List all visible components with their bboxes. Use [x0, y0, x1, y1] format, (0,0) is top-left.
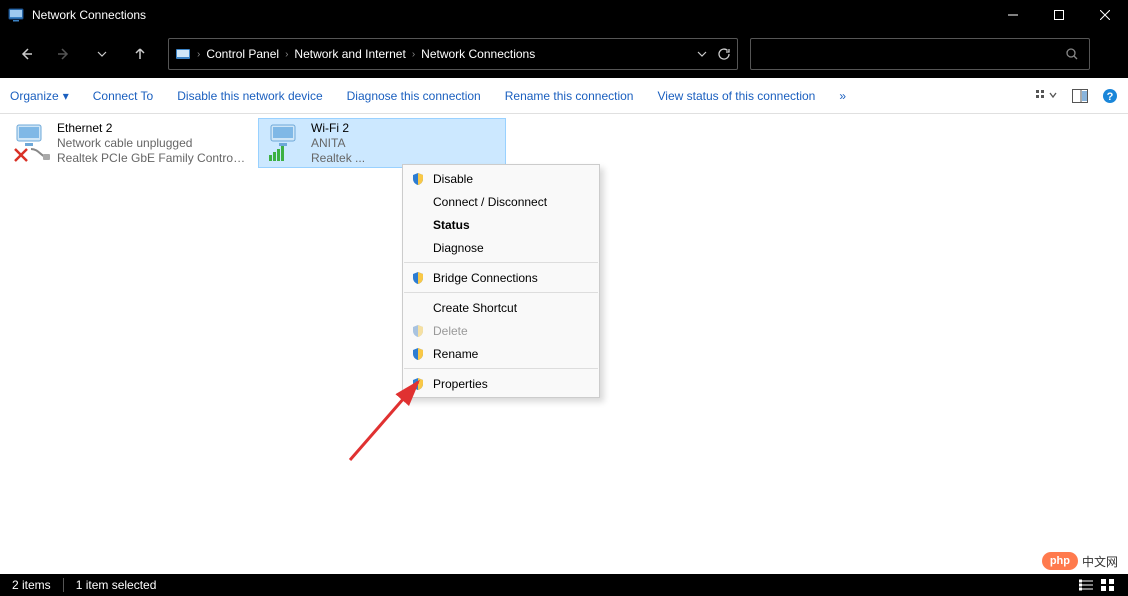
- minimize-button[interactable]: [990, 0, 1036, 30]
- status-selected-count: 1 item selected: [76, 578, 157, 592]
- breadcrumb-item[interactable]: Network Connections: [417, 47, 539, 61]
- shield-icon: [411, 377, 425, 391]
- status-item-count: 2 items: [12, 578, 51, 592]
- toolbar-disable-device[interactable]: Disable this network device: [177, 89, 322, 103]
- nav-bar: › Control Panel › Network and Internet ›…: [0, 30, 1128, 78]
- toolbar-diagnose[interactable]: Diagnose this connection: [347, 89, 481, 103]
- menu-separator: [404, 292, 598, 293]
- menu-separator: [404, 368, 598, 369]
- address-bar[interactable]: › Control Panel › Network and Internet ›…: [168, 38, 738, 70]
- command-bar: Organize ▾ Connect To Disable this netwo…: [0, 78, 1128, 114]
- breadcrumb-item[interactable]: Network and Internet: [290, 47, 409, 61]
- search-icon: [1065, 47, 1079, 61]
- connection-item-ethernet[interactable]: Ethernet 2 Network cable unplugged Realt…: [4, 118, 252, 168]
- shield-icon: [411, 324, 425, 338]
- watermark-text: 中文网: [1082, 553, 1118, 570]
- connection-status: Network cable unplugged: [57, 136, 247, 151]
- toolbar-rename[interactable]: Rename this connection: [505, 89, 634, 103]
- connection-item-wifi[interactable]: Wi-Fi 2 ANITA Realtek ...: [258, 118, 506, 168]
- help-icon[interactable]: ?: [1102, 88, 1118, 104]
- ctx-disable[interactable]: Disable: [403, 167, 599, 190]
- ctx-create-shortcut[interactable]: Create Shortcut: [403, 296, 599, 319]
- up-button[interactable]: [124, 38, 156, 70]
- back-button[interactable]: [10, 38, 42, 70]
- address-icon: [175, 46, 191, 62]
- recent-locations-button[interactable]: [86, 38, 118, 70]
- ctx-status[interactable]: Status: [403, 213, 599, 236]
- preview-pane-icon[interactable]: [1072, 89, 1088, 103]
- title-bar: Network Connections: [0, 0, 1128, 30]
- toolbar-view-status[interactable]: View status of this connection: [657, 89, 815, 103]
- window-title: Network Connections: [32, 8, 990, 22]
- chevron-down-icon: ▾: [63, 89, 69, 103]
- chevron-right-icon: ›: [195, 49, 202, 60]
- toolbar-overflow[interactable]: »: [839, 89, 846, 103]
- ctx-diagnose[interactable]: Diagnose: [403, 236, 599, 259]
- context-menu: Disable Connect / Disconnect Status Diag…: [402, 164, 600, 398]
- ctx-bridge-connections[interactable]: Bridge Connections: [403, 266, 599, 289]
- connection-name: Wi-Fi 2: [311, 121, 365, 136]
- connection-name: Ethernet 2: [57, 121, 247, 136]
- large-icons-view-icon[interactable]: [1100, 578, 1116, 592]
- ethernet-adapter-icon: [11, 121, 51, 165]
- connection-status: ANITA: [311, 136, 365, 151]
- status-separator: [63, 578, 64, 592]
- chevron-down-icon[interactable]: [697, 49, 707, 59]
- chevron-right-icon: ›: [283, 49, 290, 60]
- close-button[interactable]: [1082, 0, 1128, 30]
- forward-button[interactable]: [48, 38, 80, 70]
- search-box[interactable]: [750, 38, 1090, 70]
- toolbar-connect-to[interactable]: Connect To: [93, 89, 154, 103]
- php-badge: php: [1042, 552, 1078, 570]
- shield-icon: [411, 347, 425, 361]
- organize-menu[interactable]: Organize ▾: [10, 89, 69, 103]
- status-bar: 2 items 1 item selected: [0, 574, 1128, 596]
- ctx-properties[interactable]: Properties: [403, 372, 599, 395]
- shield-icon: [411, 172, 425, 186]
- svg-text:?: ?: [1107, 91, 1114, 103]
- connection-device: Realtek ...: [311, 151, 365, 166]
- connection-device: Realtek PCIe GbE Family Controller: [57, 151, 247, 166]
- refresh-icon[interactable]: [717, 47, 731, 61]
- shield-icon: [411, 271, 425, 285]
- network-connections-icon: [8, 7, 24, 23]
- details-view-icon[interactable]: [1078, 578, 1094, 592]
- menu-separator: [404, 262, 598, 263]
- breadcrumb-item[interactable]: Control Panel: [202, 47, 283, 61]
- ctx-rename[interactable]: Rename: [403, 342, 599, 365]
- maximize-button[interactable]: [1036, 0, 1082, 30]
- wifi-adapter-icon: [265, 121, 305, 165]
- chevron-right-icon: ›: [410, 49, 417, 60]
- watermark: php 中文网: [1042, 552, 1118, 570]
- ctx-connect-disconnect[interactable]: Connect / Disconnect: [403, 190, 599, 213]
- ctx-delete: Delete: [403, 319, 599, 342]
- view-options-icon[interactable]: [1036, 89, 1058, 103]
